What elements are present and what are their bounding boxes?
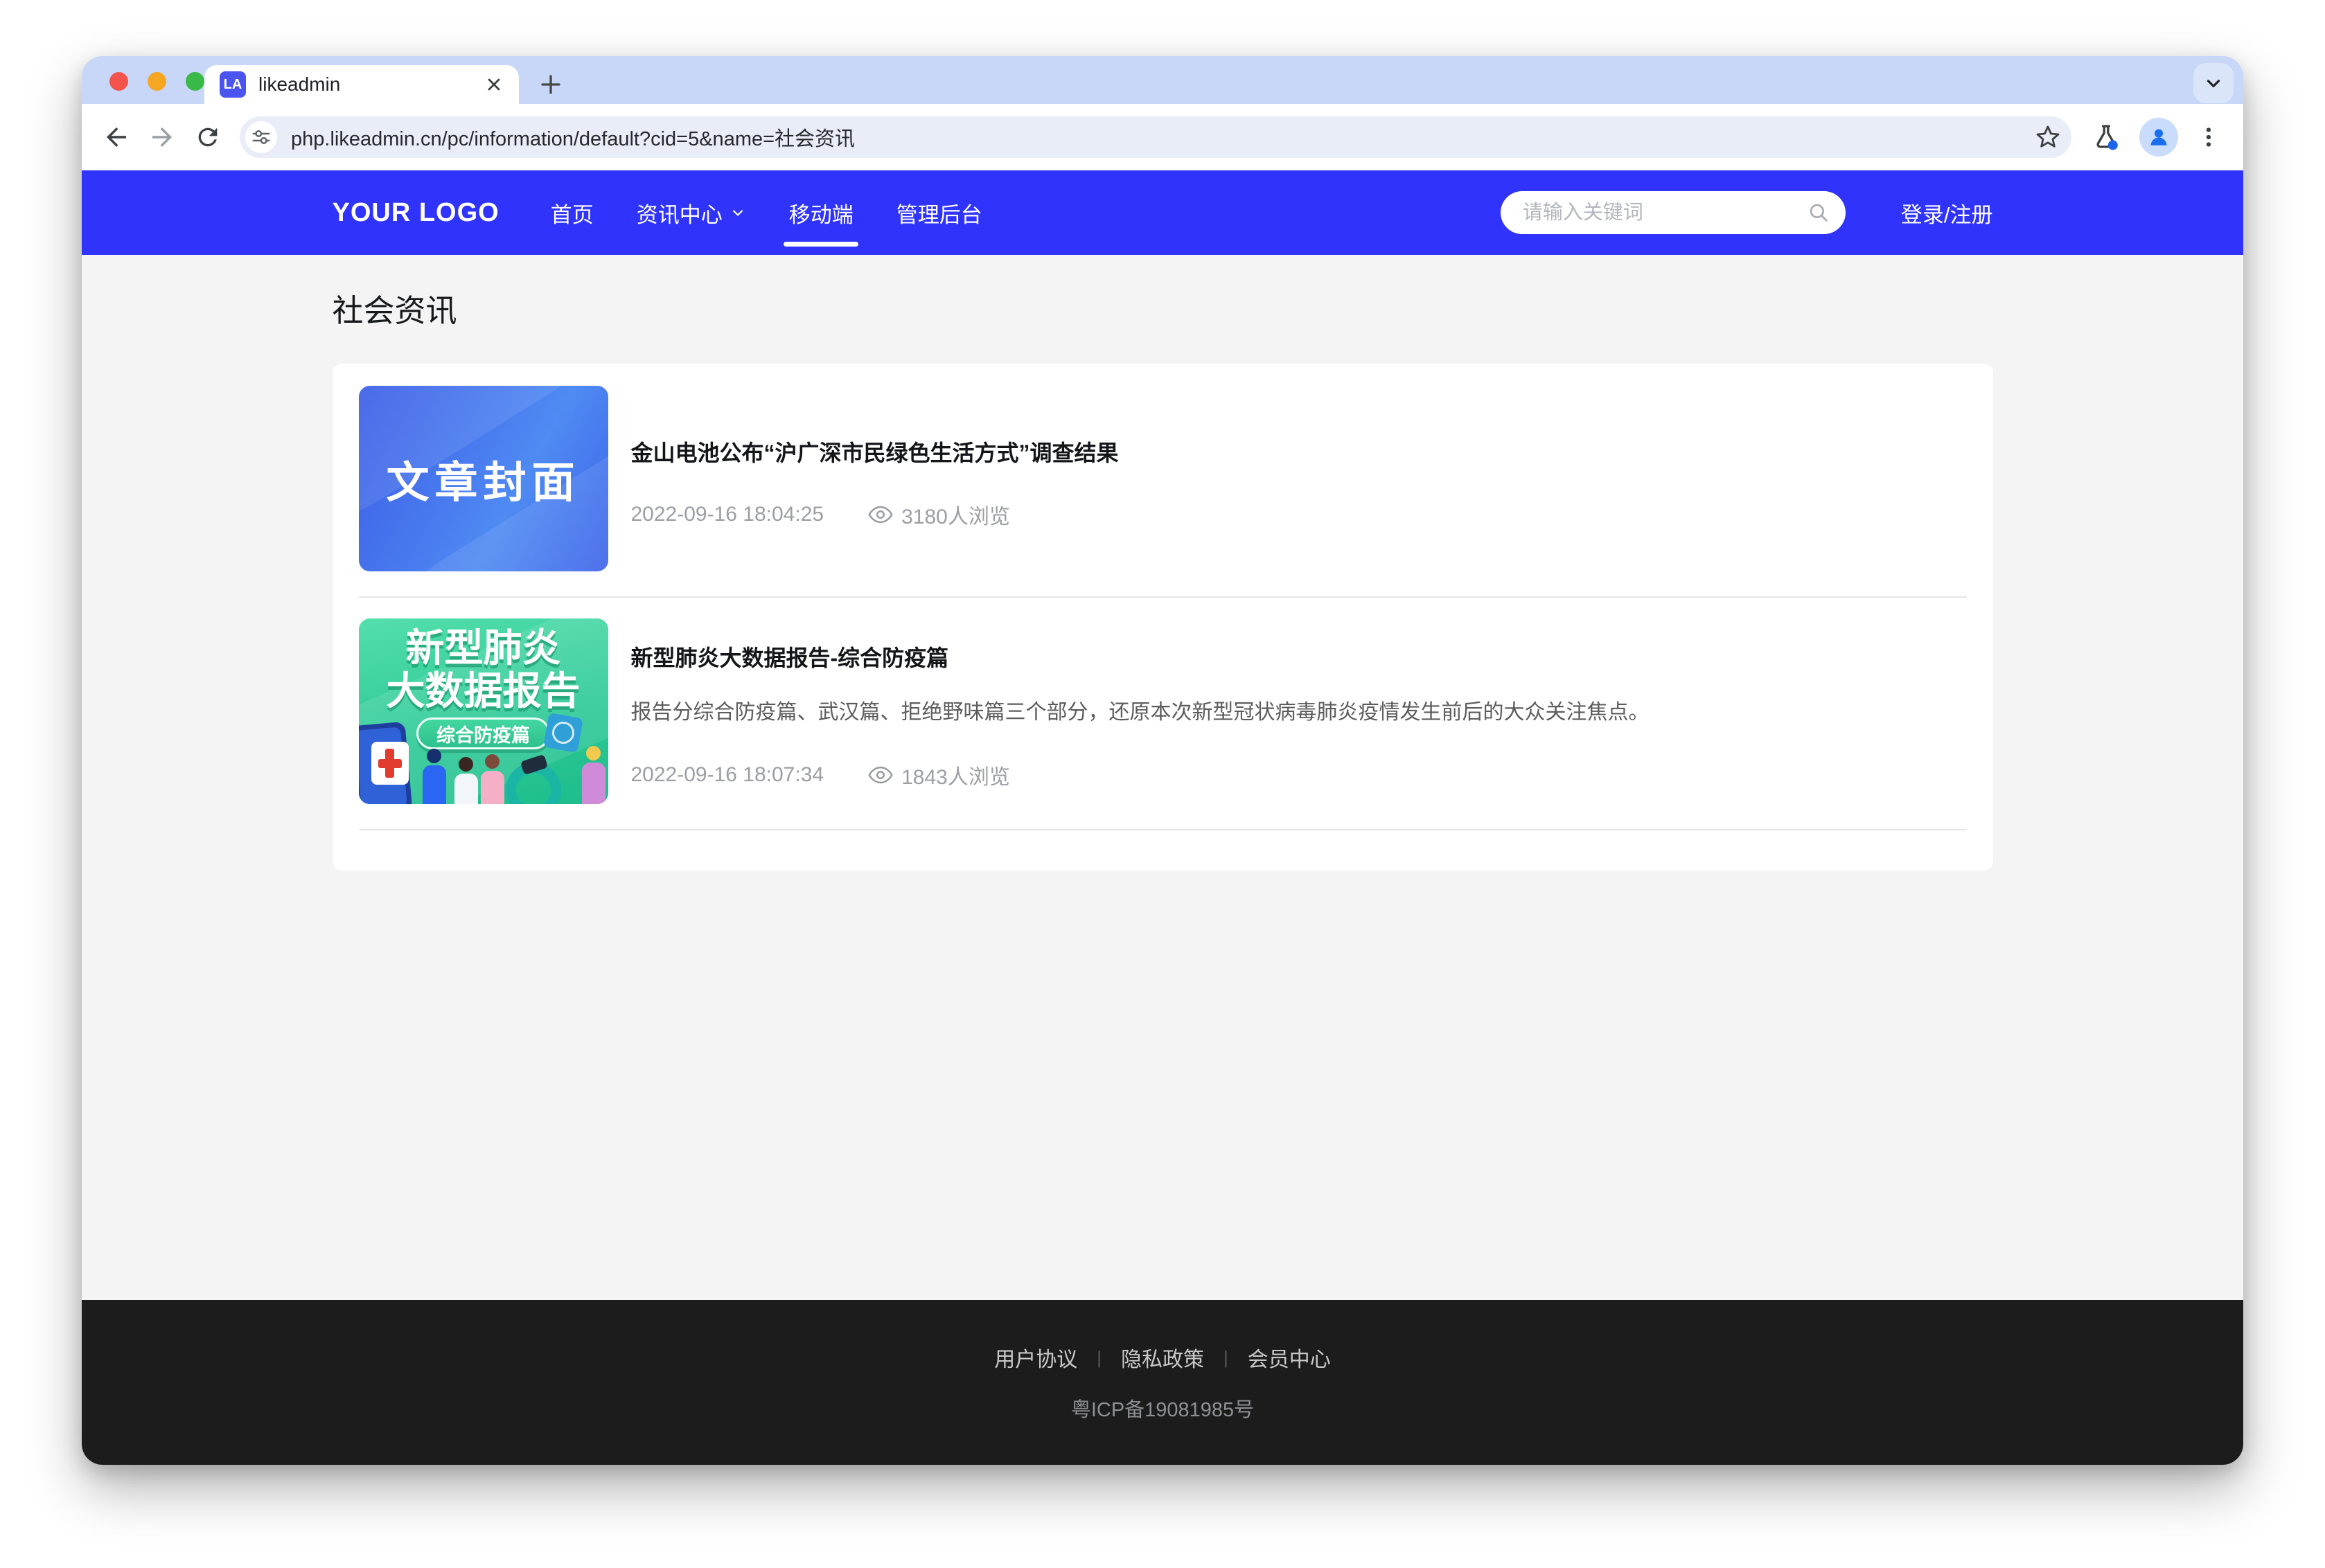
login-register-link[interactable]: 登录/注册 — [1901, 197, 1993, 229]
mac-traffic-lights — [109, 72, 204, 91]
footer-separator: | — [1097, 1347, 1102, 1369]
eye-icon — [868, 505, 893, 524]
tab-strip: LA likeadmin — [82, 56, 2243, 104]
article-2-views: 1843人浏览 — [901, 760, 1010, 790]
article-row-1[interactable]: 文章封面 金山电池公布“沪广深市民绿色生活方式”调查结果 2022-09-16 … — [359, 386, 1967, 598]
nav-item-home[interactable]: 首页 — [551, 170, 594, 255]
search-icon[interactable] — [1807, 201, 1830, 224]
mac-close-button[interactable] — [109, 72, 128, 91]
article-2-date: 2022-09-16 18:07:34 — [631, 763, 824, 787]
browser-menu-icon[interactable] — [2191, 119, 2227, 155]
tab-title: likeadmin — [258, 73, 484, 96]
mac-minimize-button[interactable] — [148, 72, 166, 91]
address-bar[interactable]: php.likeadmin.cn/pc/information/default?… — [240, 116, 2071, 158]
article-2-cover[interactable]: 新型肺炎 大数据报告 综合防疫篇 — [359, 618, 608, 804]
search-input[interactable] — [1521, 201, 1807, 225]
article-2-cover-title: 新型肺炎 大数据报告 — [387, 627, 581, 712]
browser-toolbar: php.likeadmin.cn/pc/information/default?… — [82, 104, 2243, 170]
article-2-description: 报告分综合防疫篇、武汉篇、拒绝野味篇三个部分，还原本次新型冠状病毒肺炎疫情发生前… — [631, 700, 1967, 725]
footer-icp-number: 粤ICP备19081985号 — [1071, 1393, 1254, 1423]
nav-item-admin[interactable]: 管理后台 — [896, 170, 982, 255]
main-nav: 首页 资讯中心 移动端 管理后台 — [551, 170, 1025, 255]
tab-favicon: LA — [220, 71, 246, 98]
article-1-meta: 2022-09-16 18:04:25 3180人浏览 — [631, 499, 1967, 530]
article-1-cover-text: 文章封面 — [386, 447, 580, 510]
nav-item-mobile[interactable]: 移动端 — [789, 170, 854, 255]
red-cross-icon — [371, 742, 409, 785]
site-footer: 用户协议 | 隐私政策 | 会员中心 粤ICP备19081985号 — [82, 1300, 2243, 1465]
nav-item-news-center[interactable]: 资讯中心 — [637, 170, 746, 255]
person-illustration — [454, 757, 478, 804]
page-content: 社会资讯 文章封面 金山电池公布“沪广深市民绿色生活方式”调查结果 2022-0… — [82, 255, 2243, 1300]
search-box — [1501, 191, 1846, 234]
article-row-2[interactable]: 新型肺炎 大数据报告 综合防疫篇 — [359, 598, 1967, 830]
article-2-title[interactable]: 新型肺炎大数据报告-综合防疫篇 — [631, 645, 1967, 671]
bookmark-star-icon[interactable] — [2034, 123, 2062, 151]
fingerprint-illustration — [543, 713, 583, 753]
article-1-title[interactable]: 金山电池公布“沪广深市民绿色生活方式”调查结果 — [631, 440, 1967, 466]
cover-illustration — [359, 728, 608, 804]
article-1-date: 2022-09-16 18:04:25 — [631, 503, 824, 526]
article-1-cover[interactable]: 文章封面 — [359, 386, 608, 571]
mac-zoom-button[interactable] — [186, 72, 204, 91]
new-tab-button[interactable] — [533, 67, 568, 102]
article-1-views: 3180人浏览 — [901, 499, 1010, 530]
person-illustration — [423, 749, 446, 804]
footer-links: 用户协议 | 隐私政策 | 会员中心 — [994, 1342, 1331, 1373]
forward-icon[interactable] — [144, 119, 180, 155]
tab-close-icon[interactable] — [484, 75, 504, 94]
footer-link-user-agreement[interactable]: 用户协议 — [994, 1342, 1077, 1373]
browser-tab[interactable]: LA likeadmin — [204, 65, 519, 104]
page-title: 社会资讯 — [333, 285, 1993, 330]
site-settings-icon[interactable] — [245, 121, 277, 153]
eye-icon — [868, 765, 893, 785]
article-list-card: 文章封面 金山电池公布“沪广深市民绿色生活方式”调查结果 2022-09-16 … — [333, 364, 1993, 871]
article-2-meta: 2022-09-16 18:07:34 1843人浏览 — [631, 760, 1967, 790]
footer-link-member-center[interactable]: 会员中心 — [1248, 1342, 1331, 1373]
site-logo[interactable]: YOUR LOGO — [333, 198, 500, 228]
tab-search-chevron-button[interactable] — [2193, 63, 2234, 103]
smartwatch-illustration — [506, 763, 561, 804]
footer-separator: | — [1223, 1347, 1228, 1369]
person-illustration — [582, 746, 605, 804]
site-header: YOUR LOGO 首页 资讯中心 移动端 管理后台 — [82, 170, 2243, 255]
chevron-down-icon — [730, 204, 746, 221]
reload-icon[interactable] — [190, 119, 226, 155]
labs-flask-icon[interactable] — [2088, 119, 2124, 155]
footer-link-privacy-policy[interactable]: 隐私政策 — [1121, 1342, 1204, 1373]
browser-window: LA likeadmin — [82, 56, 2243, 1465]
profile-avatar[interactable] — [2139, 118, 2178, 157]
person-illustration — [481, 754, 504, 804]
url-text[interactable]: php.likeadmin.cn/pc/information/default?… — [291, 123, 2034, 152]
back-icon[interactable] — [98, 119, 134, 155]
